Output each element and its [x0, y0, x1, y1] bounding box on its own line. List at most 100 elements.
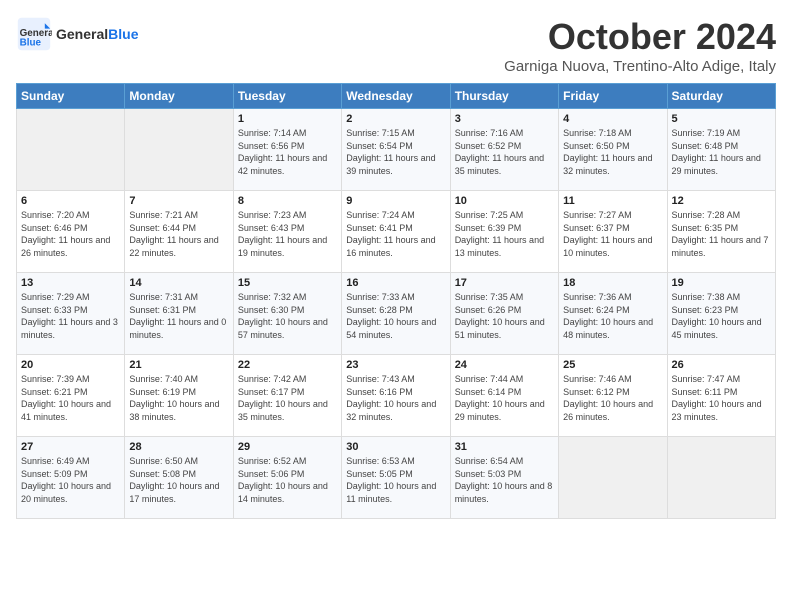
calendar-day: 3 Sunrise: 7:16 AM Sunset: 6:52 PM Daylig…: [450, 109, 558, 191]
day-info: Sunrise: 7:18 AM Sunset: 6:50 PM Dayligh…: [563, 127, 662, 177]
day-info: Sunrise: 7:21 AM Sunset: 6:44 PM Dayligh…: [129, 209, 228, 259]
day-number: 29: [238, 441, 337, 453]
calendar-day: 6 Sunrise: 7:20 AM Sunset: 6:46 PM Daylig…: [17, 191, 125, 273]
calendar-day: 20 Sunrise: 7:39 AM Sunset: 6:21 PM Dayli…: [17, 355, 125, 437]
calendar-day: 29 Sunrise: 6:52 AM Sunset: 5:06 PM Dayli…: [233, 437, 341, 519]
day-info: Sunrise: 7:33 AM Sunset: 6:28 PM Dayligh…: [346, 291, 445, 341]
calendar-day: 23 Sunrise: 7:43 AM Sunset: 6:16 PM Dayli…: [342, 355, 450, 437]
day-info: Sunrise: 7:35 AM Sunset: 6:26 PM Dayligh…: [455, 291, 554, 341]
day-number: 2: [346, 113, 445, 125]
calendar-day: 17 Sunrise: 7:35 AM Sunset: 6:26 PM Dayli…: [450, 273, 558, 355]
day-info: Sunrise: 7:40 AM Sunset: 6:19 PM Dayligh…: [129, 373, 228, 423]
calendar-day: 16 Sunrise: 7:33 AM Sunset: 6:28 PM Dayli…: [342, 273, 450, 355]
day-number: 18: [563, 277, 662, 289]
day-number: 6: [21, 195, 120, 207]
day-number: 21: [129, 359, 228, 371]
logo-text: GeneralBlue: [56, 26, 138, 42]
calendar-day: 5Sunrise: 7:19 AM Sunset: 6:48 PM Daylig…: [667, 109, 775, 191]
calendar-day: 24 Sunrise: 7:44 AM Sunset: 6:14 PM Dayli…: [450, 355, 558, 437]
day-info: Sunrise: 6:54 AM Sunset: 5:03 PM Dayligh…: [455, 455, 554, 505]
calendar-day: 30 Sunrise: 6:53 AM Sunset: 5:05 PM Dayli…: [342, 437, 450, 519]
svg-text:Blue: Blue: [20, 38, 42, 49]
day-number: 30: [346, 441, 445, 453]
calendar-week-4: 20 Sunrise: 7:39 AM Sunset: 6:21 PM Dayli…: [17, 355, 776, 437]
day-info: Sunrise: 7:19 AM Sunset: 6:48 PM Dayligh…: [672, 127, 771, 177]
calendar-header-row: SundayMondayTuesdayWednesdayThursdayFrid…: [17, 84, 776, 109]
calendar-day: 4 Sunrise: 7:18 AM Sunset: 6:50 PM Daylig…: [559, 109, 667, 191]
day-info: Sunrise: 7:16 AM Sunset: 6:52 PM Dayligh…: [455, 127, 554, 177]
day-info: Sunrise: 7:36 AM Sunset: 6:24 PM Dayligh…: [563, 291, 662, 341]
day-number: 14: [129, 277, 228, 289]
day-info: Sunrise: 7:23 AM Sunset: 6:43 PM Dayligh…: [238, 209, 337, 259]
calendar-day: 27Sunrise: 6:49 AM Sunset: 5:09 PM Dayli…: [17, 437, 125, 519]
day-number: 23: [346, 359, 445, 371]
day-info: Sunrise: 6:50 AM Sunset: 5:08 PM Dayligh…: [129, 455, 228, 505]
day-info: Sunrise: 6:52 AM Sunset: 5:06 PM Dayligh…: [238, 455, 337, 505]
calendar-week-2: 6 Sunrise: 7:20 AM Sunset: 6:46 PM Daylig…: [17, 191, 776, 273]
logo: General Blue GeneralBlue: [16, 16, 138, 52]
day-info: Sunrise: 7:29 AM Sunset: 6:33 PM Dayligh…: [21, 291, 120, 341]
day-info: Sunrise: 6:53 AM Sunset: 5:05 PM Dayligh…: [346, 455, 445, 505]
calendar-day: 8Sunrise: 7:23 AM Sunset: 6:43 PM Daylig…: [233, 191, 341, 273]
day-number: 15: [238, 277, 337, 289]
calendar-day: [17, 109, 125, 191]
column-header-monday: Monday: [125, 84, 233, 109]
calendar-day: 7 Sunrise: 7:21 AM Sunset: 6:44 PM Daylig…: [125, 191, 233, 273]
calendar-week-3: 13 Sunrise: 7:29 AM Sunset: 6:33 PM Dayli…: [17, 273, 776, 355]
calendar-day: 15 Sunrise: 7:32 AM Sunset: 6:30 PM Dayli…: [233, 273, 341, 355]
day-number: 24: [455, 359, 554, 371]
subtitle: Garniga Nuova, Trentino-Alto Adige, Ital…: [504, 58, 776, 75]
calendar-day: 11Sunrise: 7:27 AM Sunset: 6:37 PM Dayli…: [559, 191, 667, 273]
day-number: 16: [346, 277, 445, 289]
day-info: Sunrise: 7:15 AM Sunset: 6:54 PM Dayligh…: [346, 127, 445, 177]
day-info: Sunrise: 7:25 AM Sunset: 6:39 PM Dayligh…: [455, 209, 554, 259]
calendar-day: 21 Sunrise: 7:40 AM Sunset: 6:19 PM Dayli…: [125, 355, 233, 437]
day-info: Sunrise: 7:14 AM Sunset: 6:56 PM Dayligh…: [238, 127, 337, 177]
calendar-day: 1 Sunrise: 7:14 AM Sunset: 6:56 PM Daylig…: [233, 109, 341, 191]
day-number: 7: [129, 195, 228, 207]
day-info: Sunrise: 7:32 AM Sunset: 6:30 PM Dayligh…: [238, 291, 337, 341]
calendar-day: [125, 109, 233, 191]
day-info: Sunrise: 7:47 AM Sunset: 6:11 PM Dayligh…: [672, 373, 771, 423]
logo-icon: General Blue: [16, 16, 52, 52]
calendar-day: 2 Sunrise: 7:15 AM Sunset: 6:54 PM Daylig…: [342, 109, 450, 191]
title-block: October 2024 Garniga Nuova, Trentino-Alt…: [504, 16, 776, 75]
day-number: 3: [455, 113, 554, 125]
calendar-day: [667, 437, 775, 519]
day-number: 20: [21, 359, 120, 371]
month-title: October 2024: [504, 16, 776, 58]
day-info: Sunrise: 6:49 AM Sunset: 5:09 PM Dayligh…: [21, 455, 120, 505]
calendar-day: 28Sunrise: 6:50 AM Sunset: 5:08 PM Dayli…: [125, 437, 233, 519]
calendar-day: 25Sunrise: 7:46 AM Sunset: 6:12 PM Dayli…: [559, 355, 667, 437]
page-header: General Blue GeneralBlue October 2024 Ga…: [16, 16, 776, 75]
day-number: 13: [21, 277, 120, 289]
day-number: 17: [455, 277, 554, 289]
column-header-thursday: Thursday: [450, 84, 558, 109]
calendar-week-5: 27Sunrise: 6:49 AM Sunset: 5:09 PM Dayli…: [17, 437, 776, 519]
day-info: Sunrise: 7:43 AM Sunset: 6:16 PM Dayligh…: [346, 373, 445, 423]
day-number: 26: [672, 359, 771, 371]
calendar-day: [559, 437, 667, 519]
calendar-day: 10Sunrise: 7:25 AM Sunset: 6:39 PM Dayli…: [450, 191, 558, 273]
calendar-table: SundayMondayTuesdayWednesdayThursdayFrid…: [16, 83, 776, 519]
calendar-day: 31Sunrise: 6:54 AM Sunset: 5:03 PM Dayli…: [450, 437, 558, 519]
column-header-friday: Friday: [559, 84, 667, 109]
day-number: 9: [346, 195, 445, 207]
column-header-tuesday: Tuesday: [233, 84, 341, 109]
column-header-saturday: Saturday: [667, 84, 775, 109]
day-number: 22: [238, 359, 337, 371]
day-number: 4: [563, 113, 662, 125]
day-info: Sunrise: 7:27 AM Sunset: 6:37 PM Dayligh…: [563, 209, 662, 259]
calendar-day: 14 Sunrise: 7:31 AM Sunset: 6:31 PM Dayli…: [125, 273, 233, 355]
day-info: Sunrise: 7:31 AM Sunset: 6:31 PM Dayligh…: [129, 291, 228, 341]
day-info: Sunrise: 7:44 AM Sunset: 6:14 PM Dayligh…: [455, 373, 554, 423]
column-header-wednesday: Wednesday: [342, 84, 450, 109]
day-number: 25: [563, 359, 662, 371]
day-number: 19: [672, 277, 771, 289]
day-info: Sunrise: 7:42 AM Sunset: 6:17 PM Dayligh…: [238, 373, 337, 423]
day-info: Sunrise: 7:28 AM Sunset: 6:35 PM Dayligh…: [672, 209, 771, 259]
calendar-week-1: 1 Sunrise: 7:14 AM Sunset: 6:56 PM Daylig…: [17, 109, 776, 191]
day-info: Sunrise: 7:39 AM Sunset: 6:21 PM Dayligh…: [21, 373, 120, 423]
day-info: Sunrise: 7:20 AM Sunset: 6:46 PM Dayligh…: [21, 209, 120, 259]
day-number: 1: [238, 113, 337, 125]
